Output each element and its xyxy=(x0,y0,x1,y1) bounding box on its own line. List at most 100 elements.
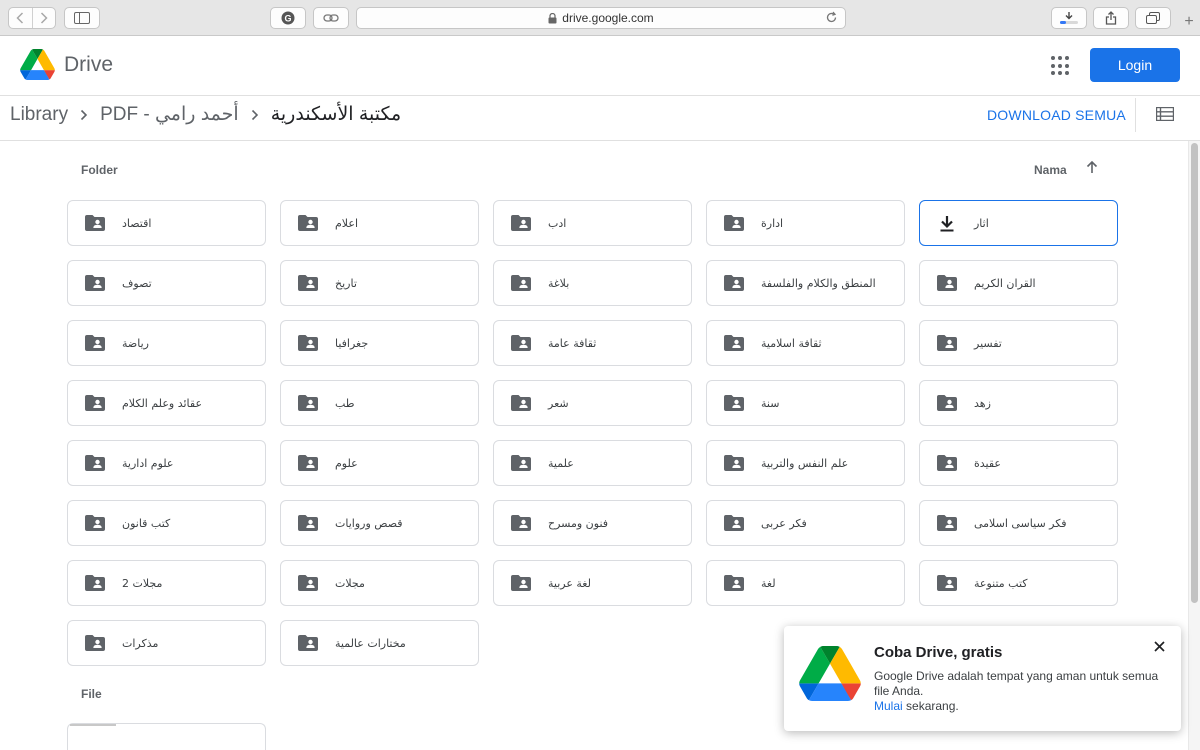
folder-card[interactable]: علوم ادارية xyxy=(67,440,266,486)
folder-card[interactable]: علمية xyxy=(493,440,692,486)
folder-card[interactable]: طب xyxy=(280,380,479,426)
folder-card[interactable]: مختارات عالمية xyxy=(280,620,479,666)
back-icon[interactable] xyxy=(9,8,32,28)
list-view-icon[interactable] xyxy=(1155,106,1175,126)
folder-name: عقيدة xyxy=(974,456,1001,470)
shared-folder-icon xyxy=(724,455,744,471)
folder-name: كتب قانون xyxy=(122,516,171,530)
folder-name: زهد xyxy=(974,396,991,410)
section-heading-file: File xyxy=(81,687,102,701)
folder-card[interactable]: لغة xyxy=(706,560,905,606)
file-card[interactable] xyxy=(67,723,266,750)
sort-by-name-button[interactable]: Nama xyxy=(1034,163,1067,177)
shared-folder-icon xyxy=(511,575,531,591)
folder-name: المنطق والكلام والفلسفة xyxy=(761,276,876,290)
arrow-up-icon[interactable] xyxy=(1085,160,1099,179)
folder-card[interactable]: جغرافيا xyxy=(280,320,479,366)
folder-card[interactable]: تصوف xyxy=(67,260,266,306)
breadcrumb-parent[interactable]: أحمد رامي - PDF xyxy=(100,103,239,126)
drive-header: Drive Login xyxy=(0,36,1200,96)
shared-folder-icon xyxy=(937,455,957,471)
folder-card[interactable]: مذكرات xyxy=(67,620,266,666)
folder-card[interactable]: اقتصاد xyxy=(67,200,266,246)
folder-card[interactable]: اثار xyxy=(919,200,1118,246)
folder-card[interactable]: المنطق والكلام والفلسفة xyxy=(706,260,905,306)
breadcrumb-current: مكتبة الأسكندرية xyxy=(270,104,402,125)
folder-card[interactable]: تاريخ xyxy=(280,260,479,306)
folder-name: فكر سياسى اسلامى xyxy=(974,516,1067,530)
scrollbar[interactable] xyxy=(1188,141,1200,750)
shared-folder-icon xyxy=(298,395,318,411)
close-icon[interactable] xyxy=(1154,639,1165,657)
folder-name: تفسير xyxy=(974,336,1002,350)
folder-card[interactable]: القران الكريم xyxy=(919,260,1118,306)
share-button[interactable] xyxy=(1093,7,1129,29)
scrollbar-thumb[interactable] xyxy=(1191,143,1198,603)
address-bar[interactable]: drive.google.com xyxy=(356,7,846,29)
folder-card[interactable]: فكر عربى xyxy=(706,500,905,546)
download-icon[interactable] xyxy=(937,215,957,232)
folder-name: قصص وروايات xyxy=(335,516,403,530)
folder-card[interactable]: كتب متنوعة xyxy=(919,560,1118,606)
url-text: drive.google.com xyxy=(562,11,654,25)
folder-card[interactable]: بلاغة xyxy=(493,260,692,306)
reload-icon[interactable] xyxy=(825,11,838,24)
folder-card[interactable]: رياضة xyxy=(67,320,266,366)
breadcrumb-root[interactable]: Library xyxy=(10,104,68,126)
shared-folder-icon xyxy=(724,395,744,411)
folder-card[interactable]: تفسير xyxy=(919,320,1118,366)
folder-card[interactable]: علم النفس والتربية xyxy=(706,440,905,486)
download-all-button[interactable]: DOWNLOAD SEMUA xyxy=(987,107,1126,123)
folder-name: بلاغة xyxy=(548,276,570,290)
folder-card[interactable]: قصص وروايات xyxy=(280,500,479,546)
folder-card[interactable]: عقيدة xyxy=(919,440,1118,486)
folder-name: فنون ومسرح xyxy=(548,516,609,530)
folder-name: مذكرات xyxy=(122,636,159,650)
folder-name: جغرافيا xyxy=(335,336,369,350)
folder-card[interactable]: مجلات xyxy=(280,560,479,606)
folder-name: سنة xyxy=(761,396,780,410)
google-apps-icon[interactable] xyxy=(1051,56,1071,76)
folder-card[interactable]: اعلام xyxy=(280,200,479,246)
folder-card[interactable]: سنة xyxy=(706,380,905,426)
folder-card[interactable]: لغة عربية xyxy=(493,560,692,606)
extension-button[interactable] xyxy=(313,7,349,29)
folder-card[interactable]: مجلات 2 xyxy=(67,560,266,606)
folder-name: اثار xyxy=(974,216,989,230)
folder-card[interactable]: فكر سياسى اسلامى xyxy=(919,500,1118,546)
folder-name: شعر xyxy=(548,396,569,410)
tabs-overview-button[interactable] xyxy=(1135,7,1171,29)
file-thumbnail xyxy=(70,724,116,726)
try-drive-popup: Coba Drive, gratis Google Drive adalah t… xyxy=(784,626,1181,731)
popup-start-link[interactable]: Mulai xyxy=(874,699,903,713)
sidebar-toggle-button[interactable] xyxy=(64,7,100,29)
grammarly-extension-button[interactable]: G xyxy=(270,7,306,29)
shared-folder-icon xyxy=(511,275,531,291)
new-tab-icon[interactable]: + xyxy=(1178,8,1200,36)
shared-folder-icon xyxy=(511,515,531,531)
login-button[interactable]: Login xyxy=(1090,48,1180,82)
folder-card[interactable]: فنون ومسرح xyxy=(493,500,692,546)
shared-folder-icon xyxy=(724,575,744,591)
folder-card[interactable]: عقائد وعلم الكلام xyxy=(67,380,266,426)
shared-folder-icon xyxy=(511,215,531,231)
app-name: Drive xyxy=(64,52,114,76)
folder-card[interactable]: ثقافة اسلامية xyxy=(706,320,905,366)
chevron-right-icon xyxy=(80,109,88,121)
folder-card[interactable]: زهد xyxy=(919,380,1118,426)
folder-name: لغة عربية xyxy=(548,576,591,590)
folder-name: اقتصاد xyxy=(122,216,152,230)
folder-name: عقائد وعلم الكلام xyxy=(122,396,203,410)
folder-card[interactable]: شعر xyxy=(493,380,692,426)
link-extension-icon xyxy=(323,14,339,22)
folder-card[interactable]: ادارة xyxy=(706,200,905,246)
shared-folder-icon xyxy=(85,215,105,231)
folder-card[interactable]: ثقافة عامة xyxy=(493,320,692,366)
folder-card[interactable]: كتب قانون xyxy=(67,500,266,546)
forward-icon[interactable] xyxy=(31,8,56,28)
folder-name: القران الكريم xyxy=(974,276,1036,290)
drive-logo[interactable]: Drive xyxy=(20,49,113,80)
downloads-button[interactable] xyxy=(1051,7,1087,29)
folder-card[interactable]: ادب xyxy=(493,200,692,246)
folder-card[interactable]: علوم xyxy=(280,440,479,486)
